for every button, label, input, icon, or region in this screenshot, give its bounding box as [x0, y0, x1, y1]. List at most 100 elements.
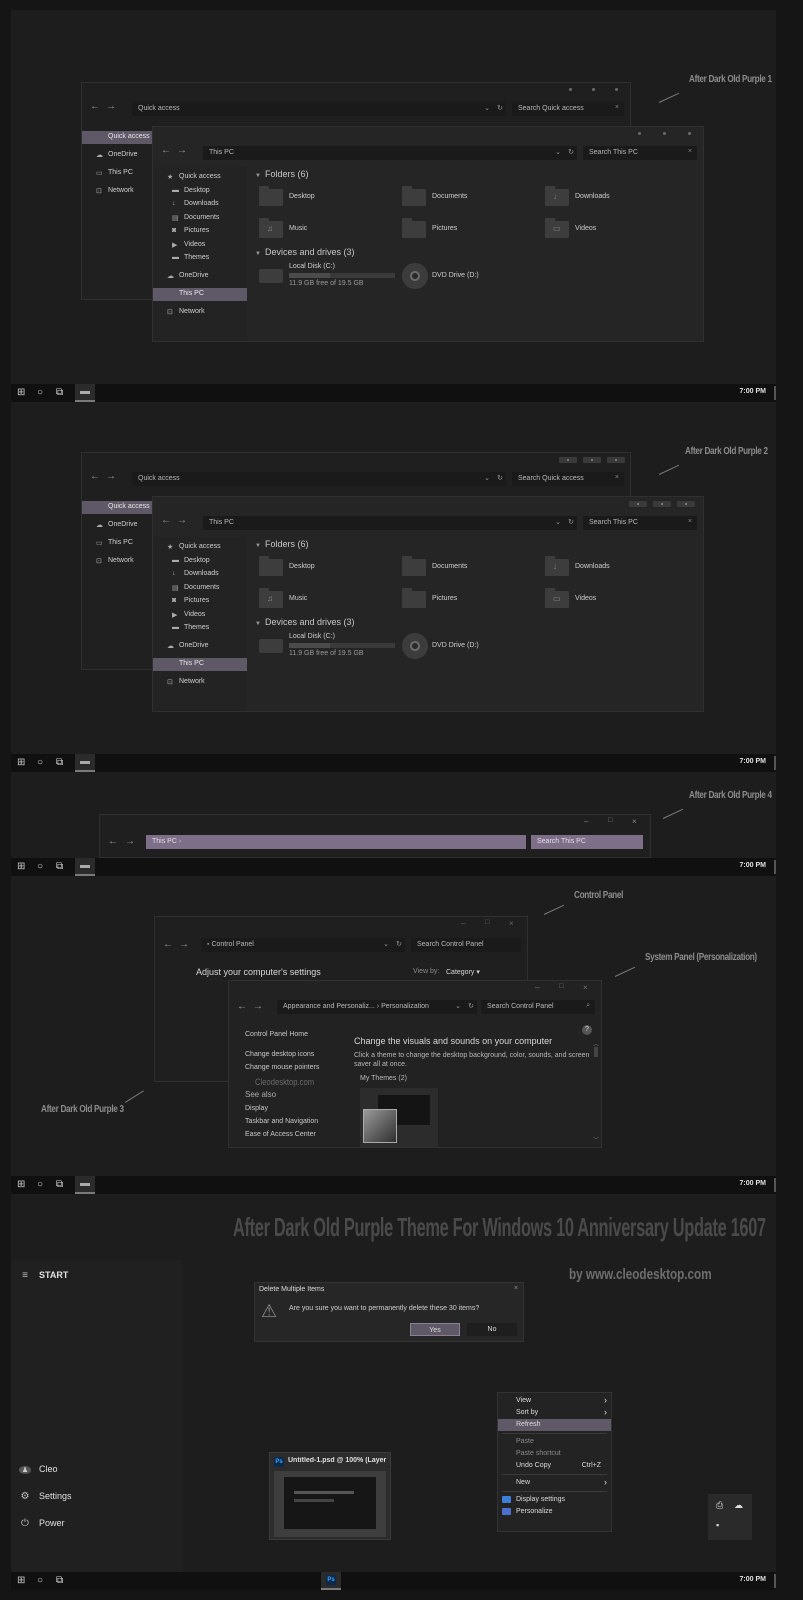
folder-tile-music[interactable]: ♫ Music: [259, 588, 389, 611]
context-item-paste[interactable]: Paste: [498, 1436, 611, 1448]
windows-start-icon[interactable]: ⊞: [17, 1575, 25, 1586]
search-input[interactable]: Search This PC ×: [583, 516, 697, 530]
sidebar-item-videos[interactable]: ▶ Videos: [153, 239, 247, 252]
folder-tile-videos[interactable]: ▭ Videos: [545, 218, 675, 241]
folder-tile-documents[interactable]: Documents: [402, 556, 532, 579]
sidebar-item-videos[interactable]: ▶ Videos: [153, 609, 247, 622]
back-arrow-icon[interactable]: ←: [161, 515, 171, 526]
back-arrow-icon[interactable]: ←: [108, 836, 118, 847]
folder-tile-pictures[interactable]: Pictures: [402, 588, 532, 611]
devices-group-header[interactable]: ▼ Devices and drives (3): [255, 617, 355, 627]
windows-start-icon[interactable]: ⊞: [17, 387, 25, 398]
start-settings[interactable]: ⚙ Settings: [19, 1491, 72, 1502]
sidebar-item-quick-access[interactable]: Quick access: [82, 131, 152, 144]
onedrive-icon[interactable]: ☁: [734, 1500, 743, 1511]
windows-start-icon[interactable]: ⊞: [17, 861, 25, 872]
cortana-circle-icon[interactable]: ○: [37, 1179, 43, 1190]
back-arrow-icon[interactable]: ←: [90, 471, 100, 482]
folders-group-header[interactable]: ▼ Folders (6): [255, 169, 308, 179]
task-view-icon[interactable]: ⧉: [56, 861, 63, 872]
minimize-button[interactable]: [629, 501, 647, 507]
windows-start-icon[interactable]: ⊞: [17, 1179, 25, 1190]
task-view-icon[interactable]: ⧉: [56, 1575, 63, 1586]
display-link[interactable]: Display: [245, 1105, 268, 1112]
folders-group-header[interactable]: ▼ Folders (6): [255, 539, 308, 549]
drive-dvd[interactable]: DVD Drive (D:): [402, 263, 522, 293]
forward-arrow-icon[interactable]: →: [106, 471, 116, 482]
sidebar-item-quick-access[interactable]: Quick access: [82, 501, 152, 514]
sidebar-item-onedrive[interactable]: ☁ OneDrive: [82, 149, 152, 162]
address-bar[interactable]: Appearance and Personaliz... › Personali…: [277, 1000, 477, 1014]
taskbar-explorer-button[interactable]: ▬: [75, 384, 95, 402]
sidebar-item-network[interactable]: ⊡ Network: [82, 185, 152, 198]
search-input[interactable]: Search Quick access ×: [512, 472, 624, 486]
forward-arrow-icon[interactable]: →: [125, 836, 135, 847]
start-menu-header[interactable]: ≡ START: [19, 1270, 68, 1281]
folder-tile-desktop[interactable]: Desktop: [259, 186, 389, 209]
scrollbar[interactable]: ︿ ﹀: [592, 1039, 600, 1147]
show-desktop-button[interactable]: [774, 1178, 776, 1192]
devices-group-header[interactable]: ▼ Devices and drives (3): [255, 247, 355, 257]
search-input[interactable]: Search This PC: [531, 835, 643, 849]
view-by-dropdown[interactable]: Category ▾: [446, 968, 480, 976]
address-bar[interactable]: This PC ›: [146, 835, 526, 849]
sidebar-item-this-pc[interactable]: This PC: [153, 658, 247, 671]
maximize-icon[interactable]: □: [485, 919, 489, 926]
clock[interactable]: 7:00 PM: [740, 1576, 766, 1583]
context-item-undo-copy[interactable]: Undo Copy Ctrl+Z: [498, 1460, 611, 1472]
close-icon[interactable]: ×: [514, 1285, 518, 1292]
start-user-cleo[interactable]: ♟ Cleo: [19, 1464, 58, 1474]
context-item-personalize[interactable]: Personalize: [498, 1506, 611, 1518]
clock[interactable]: 7:00 PM: [740, 388, 766, 395]
context-item-paste-shortcut[interactable]: Paste shortcut: [498, 1448, 611, 1460]
close-icon[interactable]: ×: [583, 983, 588, 992]
sidebar-item-documents[interactable]: ▤ Documents: [153, 582, 247, 595]
clock[interactable]: 7:00 PM: [740, 1180, 766, 1187]
task-view-icon[interactable]: ⧉: [56, 1179, 63, 1190]
forward-arrow-icon[interactable]: →: [179, 939, 189, 950]
drive-local-disk[interactable]: Local Disk (C:) 11.9 GB free of 19.5 GB: [259, 263, 409, 289]
device-icon[interactable]: ▪: [716, 1520, 719, 1530]
taskbar-explorer-button[interactable]: ▬: [75, 754, 95, 772]
sidebar-item-documents[interactable]: ▤ Documents: [153, 212, 247, 225]
taskbar-explorer-button[interactable]: ▬: [75, 858, 95, 876]
folder-tile-documents[interactable]: Documents: [402, 186, 532, 209]
address-bar[interactable]: Quick access ⌄ ↻: [132, 102, 506, 116]
control-panel-home-link[interactable]: Control Panel Home: [245, 1031, 308, 1038]
clock[interactable]: 7:00 PM: [740, 758, 766, 765]
back-arrow-icon[interactable]: ←: [237, 1001, 247, 1012]
close-button[interactable]: [688, 132, 691, 135]
maximize-button[interactable]: [663, 132, 666, 135]
search-input[interactable]: Search This PC ×: [583, 146, 697, 160]
usb-icon[interactable]: ⎙: [716, 1500, 723, 1511]
maximize-button[interactable]: [583, 457, 601, 463]
forward-arrow-icon[interactable]: →: [177, 145, 187, 156]
clock[interactable]: 7:00 PM: [740, 862, 766, 869]
ease-of-access-link[interactable]: Ease of Access Center: [245, 1131, 316, 1138]
sidebar-item-onedrive[interactable]: ☁ OneDrive: [153, 270, 247, 283]
minimize-icon[interactable]: –: [461, 919, 465, 928]
folder-tile-downloads[interactable]: ↓ Downloads: [545, 556, 675, 579]
search-input[interactable]: Search Control Panel ⌕: [481, 1000, 595, 1014]
help-icon[interactable]: ?: [582, 1025, 592, 1035]
context-item-sort-by[interactable]: Sort by ›: [498, 1407, 611, 1419]
sidebar-item-network[interactable]: ⊡ Network: [153, 306, 247, 319]
sidebar-item-this-pc[interactable]: This PC: [153, 288, 247, 301]
sidebar-item-desktop[interactable]: ▬ Desktop: [153, 185, 247, 198]
close-icon[interactable]: ×: [632, 817, 637, 826]
sidebar-item-downloads[interactable]: ↓ Downloads: [153, 198, 247, 211]
close-button[interactable]: [615, 88, 618, 91]
back-arrow-icon[interactable]: ←: [163, 939, 173, 950]
cortana-circle-icon[interactable]: ○: [37, 861, 43, 872]
cortana-circle-icon[interactable]: ○: [37, 387, 43, 398]
taskbar-navigation-link[interactable]: Taskbar and Navigation: [245, 1118, 318, 1125]
cortana-circle-icon[interactable]: ○: [37, 757, 43, 768]
show-desktop-button[interactable]: [774, 386, 776, 400]
sidebar-item-desktop[interactable]: ▬ Desktop: [153, 555, 247, 568]
task-view-icon[interactable]: ⧉: [56, 387, 63, 398]
sidebar-item-this-pc[interactable]: ▭ This PC: [82, 167, 152, 180]
sidebar-item-pictures[interactable]: ◙ Pictures: [153, 595, 247, 608]
theme-thumbnail[interactable]: [360, 1088, 438, 1147]
maximize-button[interactable]: [653, 501, 671, 507]
folder-tile-pictures[interactable]: Pictures: [402, 218, 532, 241]
